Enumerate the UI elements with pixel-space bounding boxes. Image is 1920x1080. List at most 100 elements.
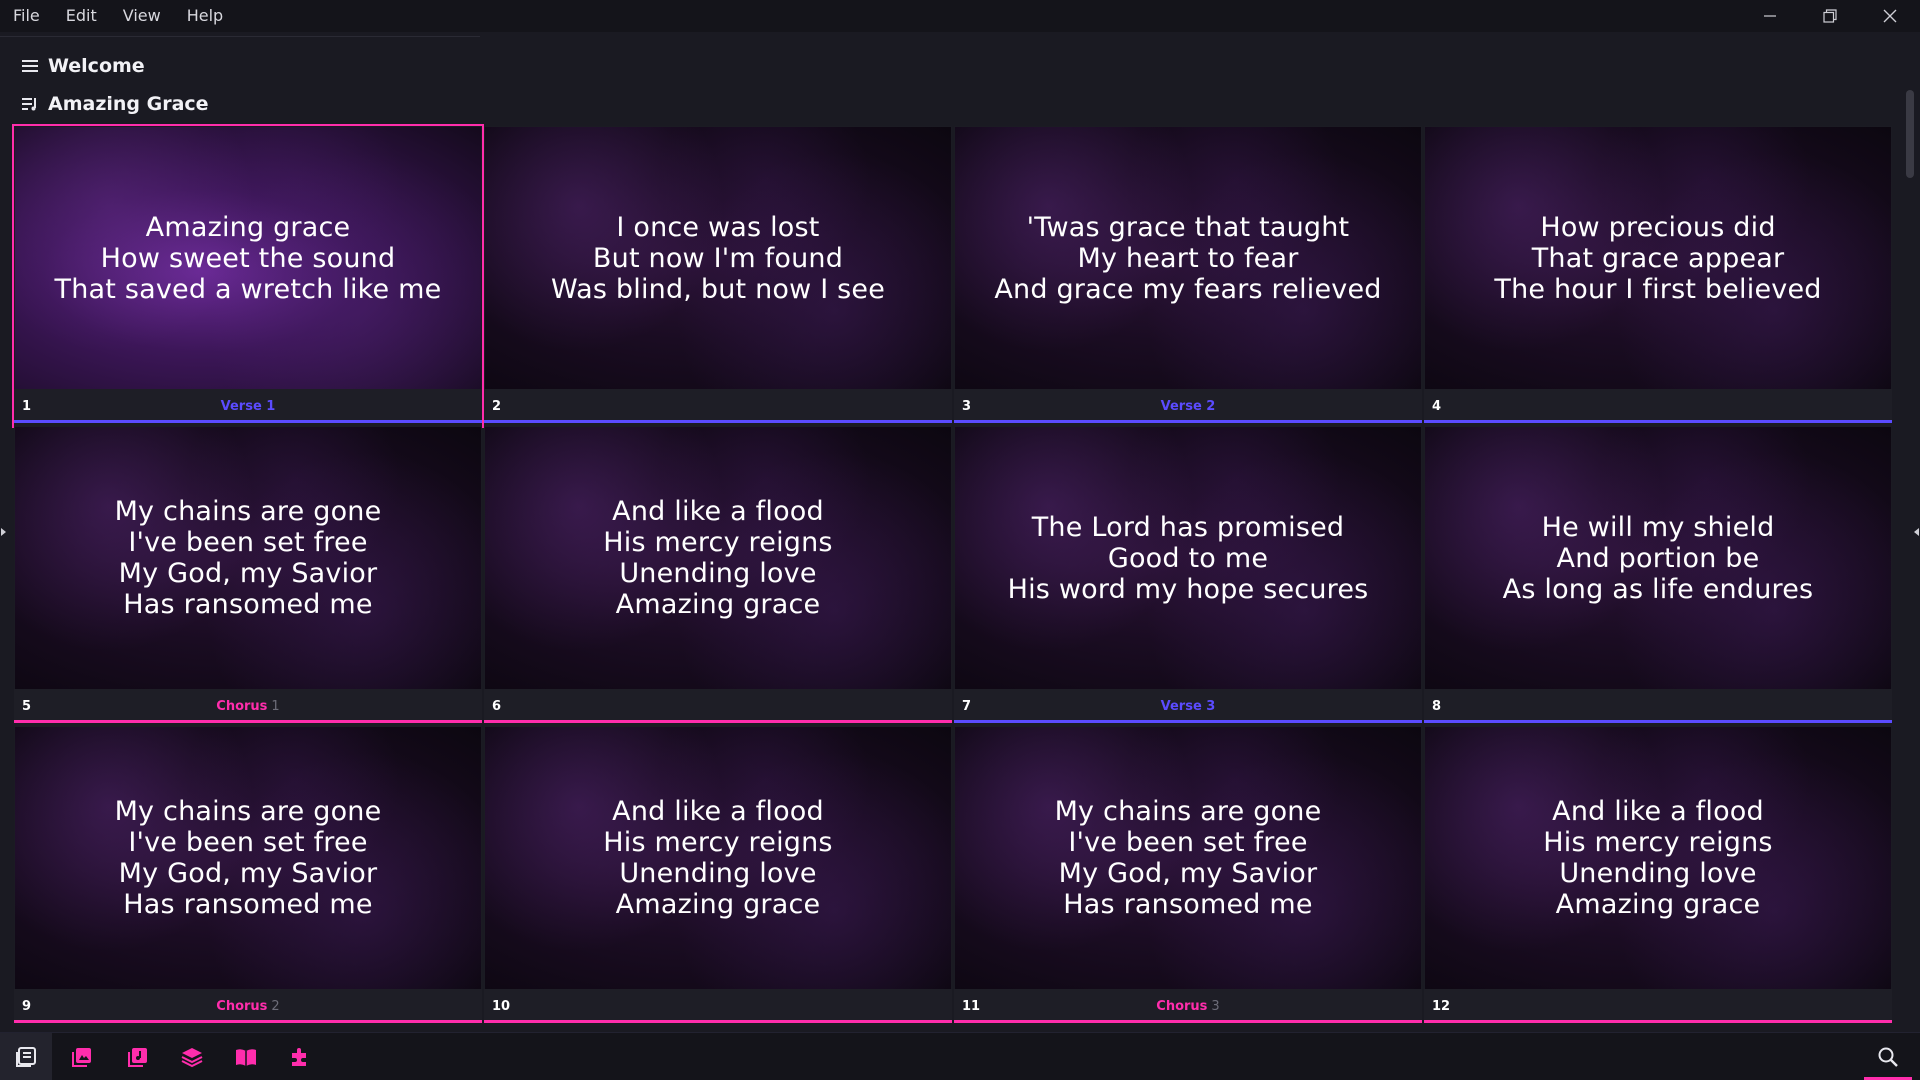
slide-group-label: Verse 1 [14, 399, 482, 414]
group-color-bar [484, 420, 952, 423]
scrollbar-thumb[interactable] [1906, 90, 1914, 178]
slide-lyrics: And like a flood His mercy reigns Unending… [485, 427, 951, 689]
group-index: 1 [271, 699, 280, 714]
lyric-line: Amazing grace [1555, 889, 1761, 920]
slide-lyrics: And like a flood His mercy reigns Unending… [1425, 727, 1891, 989]
slide-lyrics: The Lord has promised Good to me His word … [955, 427, 1421, 689]
slide-footer: 11 Chorus 3 [954, 989, 1422, 1023]
slide-lyrics: 'Twas grace that taught My heart to fear A… [955, 127, 1421, 389]
slide-number: 10 [492, 999, 511, 1014]
shows-button[interactable] [0, 1033, 52, 1080]
lyric-line: That grace appear [1531, 242, 1785, 274]
lyric-line: 'Twas grace that taught [1026, 211, 1350, 243]
minimize-icon [1764, 15, 1776, 17]
lyric-line: How precious did [1540, 211, 1776, 243]
project-welcome[interactable]: Welcome [20, 50, 145, 82]
expand-left-icon[interactable] [0, 524, 8, 540]
group-color-bar [14, 420, 482, 423]
group-color-bar [14, 720, 482, 723]
group-color-bar [484, 720, 952, 723]
slide-group-label: Chorus 2 [14, 999, 482, 1014]
slide-footer: 9 Chorus 2 [14, 989, 482, 1023]
slide-group-label: Chorus 3 [954, 999, 1422, 1014]
lyric-line: Was blind, but now I see [550, 273, 886, 305]
group-name: Chorus [216, 699, 268, 714]
slide-thumbnail[interactable]: And like a flood His mercy reigns Unending… [484, 726, 952, 1026]
menu-file[interactable]: File [0, 0, 53, 32]
scripture-button[interactable] [220, 1033, 272, 1080]
slide-thumbnail[interactable]: He will my shield And portion be As long a… [1424, 426, 1892, 726]
slide-preview: My chains are gone I've been set free My G… [15, 727, 481, 989]
lyric-line: As long as life endures [1502, 573, 1814, 605]
bottom-toolbar [0, 1032, 1920, 1080]
group-color-bar [1424, 1020, 1892, 1023]
audio-button[interactable] [112, 1033, 164, 1080]
lyric-line: I've been set free [1068, 827, 1308, 858]
lyric-line: Unending love [1559, 858, 1757, 889]
search-button[interactable] [1864, 1033, 1912, 1080]
audio-icon [128, 1048, 147, 1067]
slide-group-label: Chorus 1 [14, 699, 482, 714]
lyric-line: And grace my fears relieved [994, 273, 1382, 305]
lyric-line: My heart to fear [1077, 242, 1299, 274]
lyric-line: I've been set free [128, 527, 368, 558]
lyric-line: I once was lost [616, 211, 820, 243]
expand-right-icon[interactable] [1912, 524, 1920, 540]
lyric-line: My chains are gone [114, 796, 382, 827]
restore-button[interactable] [1800, 0, 1860, 32]
lyric-line: Unending love [619, 858, 817, 889]
close-button[interactable] [1860, 0, 1920, 32]
menu-lines-icon [20, 56, 40, 76]
lyric-line: He will my shield [1541, 511, 1775, 543]
overlays-button[interactable] [166, 1033, 218, 1080]
lyric-line: But now I'm found [592, 242, 844, 274]
slide-thumbnail[interactable]: Amazing grace How sweet the sound That sav… [12, 124, 484, 428]
slide-group-label: Verse 2 [954, 399, 1422, 414]
slide-preview: And like a flood His mercy reigns Unending… [485, 727, 951, 989]
group-index: 3 [1211, 999, 1220, 1014]
slide-number: 4 [1432, 399, 1442, 414]
group-color-bar [1424, 720, 1892, 723]
slide-lyrics: My chains are gone I've been set free My G… [955, 727, 1421, 989]
slide-thumbnail[interactable]: My chains are gone I've been set free My G… [14, 726, 482, 1026]
slide-thumbnail[interactable]: How precious did That grace appear The hou… [1424, 126, 1892, 426]
slide-footer: 8 [1424, 689, 1892, 723]
lyric-line: Unending love [619, 558, 817, 589]
divider [0, 36, 480, 37]
menu-view[interactable]: View [110, 0, 174, 32]
slide-lyrics: He will my shield And portion be As long a… [1425, 427, 1891, 689]
menu-edit[interactable]: Edit [53, 0, 110, 32]
lyric-line: And like a flood [1552, 796, 1764, 827]
slide-footer: 6 [484, 689, 952, 723]
shows-icon [16, 1047, 36, 1067]
slide-thumbnail[interactable]: I once was lost But now I'm found Was blin… [484, 126, 952, 426]
slide-preview: How precious did That grace appear The hou… [1425, 127, 1891, 389]
media-button[interactable] [56, 1033, 108, 1080]
group-name: Verse 2 [1160, 399, 1216, 414]
slide-preview: I once was lost But now I'm found Was blin… [485, 127, 951, 389]
close-icon [1883, 9, 1897, 23]
templates-icon [292, 1048, 306, 1066]
minimize-button[interactable] [1740, 0, 1800, 32]
group-name: Chorus [216, 999, 268, 1014]
slide-thumbnail[interactable]: 'Twas grace that taught My heart to fear A… [954, 126, 1422, 426]
lyric-line: My God, my Savior [1058, 858, 1318, 889]
scripture-icon [236, 1049, 256, 1066]
slide-thumbnail[interactable]: The Lord has promised Good to me His word … [954, 426, 1422, 726]
menu-help[interactable]: Help [174, 0, 236, 32]
slide-thumbnail[interactable]: My chains are gone I've been set free My G… [14, 426, 482, 726]
lyric-line: His mercy reigns [1543, 827, 1773, 858]
slide-group-label: Verse 3 [954, 699, 1422, 714]
slide-preview: Amazing grace How sweet the sound That sav… [15, 127, 481, 389]
slide-lyrics: How precious did That grace appear The hou… [1425, 127, 1891, 389]
show-amazing-grace[interactable]: Amazing Grace [20, 88, 209, 120]
slide-thumbnail[interactable]: My chains are gone I've been set free My G… [954, 726, 1422, 1026]
slide-thumbnail[interactable]: And like a flood His mercy reigns Unending… [1424, 726, 1892, 1026]
slide-footer: 3 Verse 2 [954, 389, 1422, 423]
lyric-line: My chains are gone [114, 496, 382, 527]
slide-footer: 7 Verse 3 [954, 689, 1422, 723]
slide-thumbnail[interactable]: And like a flood His mercy reigns Unending… [484, 426, 952, 726]
templates-button[interactable] [274, 1033, 326, 1080]
lyric-line: My chains are gone [1054, 796, 1322, 827]
group-name: Chorus [1156, 999, 1208, 1014]
